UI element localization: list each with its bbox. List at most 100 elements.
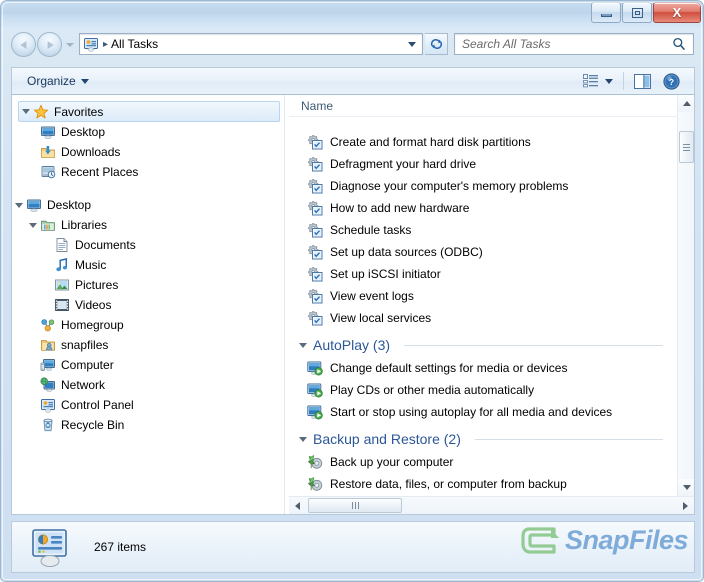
sidebar-item-pictures[interactable]: Pictures <box>12 275 284 295</box>
list-item[interactable]: Set up data sources (ODBC) <box>289 241 677 263</box>
window-controls: X <box>591 2 701 23</box>
twisty-closed-icon[interactable] <box>26 340 40 350</box>
twisty-open-icon[interactable] <box>299 342 307 348</box>
explorer-window: X ▸ All Tasks Search All Tasks Organize … <box>0 0 704 582</box>
sidebar-item-recycle-bin[interactable]: Recycle Bin <box>12 415 284 435</box>
list-item-label: Schedule tasks <box>330 223 412 237</box>
group-header-backup-and-restore[interactable]: Backup and Restore (2) <box>289 427 677 451</box>
desktop-icon <box>41 126 55 139</box>
list-item[interactable]: Restore data, files, or computer from ba… <box>289 473 677 495</box>
sidebar-item-label: Music <box>75 258 107 272</box>
grip-icon <box>683 143 690 151</box>
maximize-button[interactable] <box>622 2 652 23</box>
list-item[interactable]: Create and format hard disk partitions <box>289 131 677 153</box>
list-item[interactable]: How to add new hardware <box>289 197 677 219</box>
file-list-scroll-region: Create and format hard disk partitions D… <box>289 117 677 496</box>
refresh-icon <box>430 38 442 50</box>
list-item[interactable]: View local services <box>289 307 677 329</box>
sidebar-item-homegroup[interactable]: Homegroup <box>12 315 284 335</box>
minimize-button[interactable] <box>591 2 621 23</box>
address-dropdown-icon[interactable] <box>408 41 416 47</box>
list-item[interactable]: View event logs <box>289 285 677 307</box>
search-box[interactable]: Search All Tasks <box>454 33 694 55</box>
svg-text:?: ? <box>669 77 674 87</box>
twisty-closed-icon[interactable] <box>26 380 40 390</box>
sidebar-item-label: Desktop <box>47 198 92 212</box>
recent-places-icon <box>41 166 56 179</box>
control-panel-icon <box>84 38 98 52</box>
list-item-label: Start or stop using autoplay for all med… <box>330 405 613 419</box>
back-button[interactable] <box>11 32 36 57</box>
list-item[interactable]: Diagnose your computer's memory problems <box>289 175 677 197</box>
libraries-icon <box>41 220 55 231</box>
twisty-closed-icon[interactable] <box>26 400 40 410</box>
close-button[interactable]: X <box>653 2 701 23</box>
forward-button[interactable] <box>37 32 62 57</box>
help-button[interactable]: ? <box>657 70 686 93</box>
twisty-open-icon[interactable] <box>12 202 26 208</box>
group-header-label: AutoPlay (3) <box>313 337 391 353</box>
list-item[interactable]: Defragment your hard drive <box>289 153 677 175</box>
chevron-right-icon <box>683 501 688 510</box>
horizontal-scroll-thumb[interactable] <box>308 498 402 513</box>
list-item-label: Diagnose your computer's memory problems <box>330 179 569 193</box>
sidebar-item-desktop-fav[interactable]: Desktop <box>12 122 284 142</box>
minimize-icon <box>600 13 612 17</box>
sidebar-item-control-panel[interactable]: Control Panel <box>12 395 284 415</box>
history-dropdown-icon[interactable] <box>66 42 74 47</box>
sidebar-item-documents[interactable]: Documents <box>12 235 284 255</box>
address-bar[interactable]: ▸ All Tasks <box>79 33 423 55</box>
sidebar-item-computer[interactable]: Computer <box>12 355 284 375</box>
sidebar-item-snapfiles[interactable]: snapfiles <box>12 335 284 355</box>
list-item[interactable]: Change default settings for media or dev… <box>289 357 677 379</box>
change-view-button[interactable] <box>577 71 619 91</box>
autoplay-icon <box>307 361 323 376</box>
list-item[interactable]: Play CDs or other media automatically <box>289 379 677 401</box>
preview-pane-icon <box>634 73 651 89</box>
sidebar-item-desktop-root[interactable]: Desktop <box>12 195 284 215</box>
status-item-count: 267 items <box>94 540 147 554</box>
twisty-closed-icon[interactable] <box>40 280 54 290</box>
scroll-left-button[interactable] <box>289 497 306 514</box>
search-input[interactable]: Search All Tasks <box>462 37 550 51</box>
scroll-right-button[interactable] <box>677 497 694 514</box>
sidebar-item-favorites[interactable]: Favorites <box>18 101 280 122</box>
scroll-down-button[interactable] <box>678 479 694 496</box>
twisty-closed-icon[interactable] <box>40 240 54 250</box>
vertical-scrollbar[interactable] <box>677 95 694 496</box>
group-header-autoplay[interactable]: AutoPlay (3) <box>289 333 677 357</box>
sidebar-item-music[interactable]: Music <box>12 255 284 275</box>
sidebar-item-downloads[interactable]: Downloads <box>12 142 284 162</box>
snapfiles-watermark: SnapFiles <box>521 524 689 556</box>
preview-pane-button[interactable] <box>628 71 657 92</box>
column-header-name[interactable]: Name <box>289 95 694 117</box>
organize-button[interactable]: Organize <box>22 71 94 91</box>
sidebar-item-label: Recent Places <box>61 165 139 179</box>
sidebar-item-videos[interactable]: Videos <box>12 295 284 315</box>
refresh-button[interactable] <box>425 33 448 55</box>
grip-icon <box>351 502 359 509</box>
list-item[interactable]: Set up iSCSI initiator <box>289 263 677 285</box>
horizontal-scrollbar[interactable] <box>289 496 694 514</box>
twisty-open-icon[interactable] <box>26 222 40 228</box>
address-bar-row: ▸ All Tasks Search All Tasks <box>1 27 703 65</box>
documents-icon <box>56 238 68 252</box>
twisty-closed-icon[interactable] <box>40 300 54 310</box>
sidebar-item-libraries[interactable]: Libraries <box>12 215 284 235</box>
group-header-rule <box>474 438 663 440</box>
list-item[interactable]: Back up your computer <box>289 451 677 473</box>
scroll-up-button[interactable] <box>678 95 694 112</box>
twisty-open-icon[interactable] <box>19 109 33 114</box>
twisty-closed-icon[interactable] <box>26 320 40 330</box>
sidebar-item-network[interactable]: Network <box>12 375 284 395</box>
twisty-closed-icon[interactable] <box>40 260 54 270</box>
breadcrumb-path[interactable]: All Tasks <box>111 37 158 51</box>
twisty-closed-icon[interactable] <box>26 360 40 370</box>
list-item[interactable]: Schedule tasks <box>289 219 677 241</box>
sidebar-item-recent-places[interactable]: Recent Places <box>12 162 284 182</box>
list-item[interactable]: Start or stop using autoplay for all med… <box>289 401 677 423</box>
vertical-scroll-thumb[interactable] <box>679 131 694 163</box>
twisty-open-icon[interactable] <box>299 436 307 442</box>
downloads-icon <box>41 146 55 158</box>
sidebar-item-label: Videos <box>75 298 112 312</box>
